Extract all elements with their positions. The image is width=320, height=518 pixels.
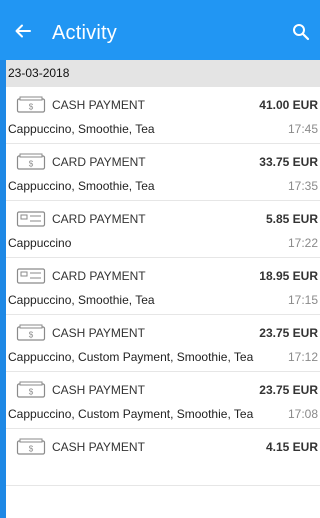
payment-amount: 18.95 EUR (259, 269, 318, 283)
transaction-row[interactable]: $ CARD PAYMENT 33.75 EUR Cappuccino, Smooth… (6, 144, 320, 201)
cash-icon: $ (16, 96, 46, 114)
payment-time: 17:15 (287, 293, 318, 307)
transaction-row[interactable]: $ CASH PAYMENT 4.15 EUR (6, 429, 320, 486)
payment-time: 17:45 (287, 122, 318, 136)
payment-amount: 5.85 EUR (265, 212, 318, 226)
payment-items: Cappuccino, Smoothie, Tea (8, 293, 155, 307)
payment-time: 17:12 (287, 350, 318, 364)
date-header: 23-03-2018 (6, 60, 320, 87)
svg-text:$: $ (29, 445, 34, 454)
payment-type: CARD PAYMENT (52, 155, 146, 169)
payment-amount: 41.00 EUR (259, 98, 318, 112)
cash-icon: $ (16, 324, 46, 342)
payment-type: CASH PAYMENT (52, 98, 145, 112)
cash-icon: $ (16, 381, 46, 399)
svg-text:$: $ (29, 388, 34, 397)
payment-type: CARD PAYMENT (52, 269, 146, 283)
payment-items: Cappuccino, Smoothie, Tea (8, 179, 155, 193)
screen: Activity 23-03-2018 $ CASH PAYMENT 41.00 E… (0, 0, 320, 518)
payment-type: CARD PAYMENT (52, 212, 146, 226)
payment-type: CASH PAYMENT (52, 440, 145, 454)
svg-text:$: $ (29, 103, 34, 112)
transaction-row[interactable]: CARD PAYMENT 5.85 EUR Cappuccino 17:22 (6, 201, 320, 258)
payment-time: 17:35 (287, 179, 318, 193)
transaction-row[interactable]: $ CASH PAYMENT 23.75 EUR Cappuccino, Custom… (6, 372, 320, 429)
activity-list[interactable]: 23-03-2018 $ CASH PAYMENT 41.00 EUR Cappucc… (6, 60, 320, 518)
payment-amount: 33.75 EUR (259, 155, 318, 169)
app-bar: Activity (0, 0, 320, 60)
svg-text:$: $ (29, 331, 34, 340)
payment-items: Cappuccino, Custom Payment, Smoothie, Te… (8, 407, 254, 421)
payment-items: Cappuccino (8, 236, 72, 250)
card-icon (16, 210, 46, 228)
arrow-left-icon[interactable] (14, 22, 32, 40)
payment-amount: 23.75 EUR (259, 326, 318, 340)
transaction-row[interactable]: $ CASH PAYMENT 41.00 EUR Cappuccino, Smooth… (6, 87, 320, 144)
search-icon[interactable] (292, 23, 310, 41)
cash-icon: $ (16, 438, 46, 456)
payment-amount: 4.15 EUR (265, 440, 318, 454)
payment-items: Cappuccino, Smoothie, Tea (8, 122, 155, 136)
payment-time: 17:08 (287, 407, 318, 421)
cash-icon: $ (16, 153, 46, 171)
payment-time: 17:22 (287, 236, 318, 250)
transaction-row[interactable]: CARD PAYMENT 18.95 EUR Cappuccino, Smoothi… (6, 258, 320, 315)
card-icon (16, 267, 46, 285)
payment-type: CASH PAYMENT (52, 383, 145, 397)
payment-amount: 23.75 EUR (259, 383, 318, 397)
transaction-row[interactable]: $ CASH PAYMENT 23.75 EUR Cappuccino, Custom… (6, 315, 320, 372)
page-title: Activity (52, 22, 117, 44)
payment-type: CASH PAYMENT (52, 326, 145, 340)
payment-items: Cappuccino, Custom Payment, Smoothie, Te… (8, 350, 254, 364)
svg-text:$: $ (29, 160, 34, 169)
